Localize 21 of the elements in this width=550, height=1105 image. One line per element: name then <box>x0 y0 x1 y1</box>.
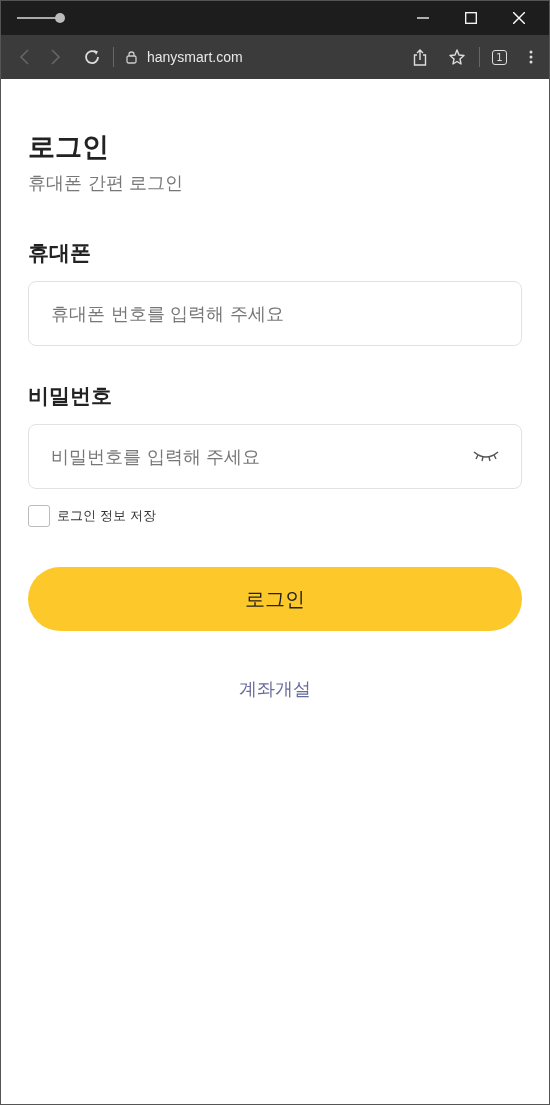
maximize-icon[interactable] <box>465 12 477 24</box>
field-label: 휴대폰 <box>28 240 92 267</box>
star-icon[interactable] <box>449 48 467 66</box>
login-button[interactable]: 로그인 <box>28 567 522 631</box>
signup-link[interactable]: 계좌개설 <box>239 677 311 701</box>
slider-icon[interactable] <box>17 12 67 24</box>
page-title: 로그인 <box>28 130 110 164</box>
checkbox-label[interactable]: 로그인 정보 저장 <box>57 507 157 525</box>
close-icon[interactable] <box>513 12 525 24</box>
reload-icon[interactable] <box>83 48 101 66</box>
page-subtitle: 휴대폰 간편 로그인 <box>28 171 185 195</box>
field-label: 비밀번호 <box>28 383 113 410</box>
address-text[interactable]: hanysmart.com <box>147 49 243 65</box>
input-field[interactable]: 비밀번호를 입력해 주세요 <box>28 424 522 489</box>
share-icon[interactable] <box>413 48 427 66</box>
checkbox[interactable] <box>28 505 50 527</box>
tab-count-button[interactable]: 1 <box>492 49 507 65</box>
closed-eye-icon[interactable] <box>472 450 500 462</box>
lock-icon <box>126 50 137 64</box>
input-field[interactable]: 휴대폰 번호를 입력해 주세요 <box>28 281 522 346</box>
menu-icon[interactable] <box>529 50 533 64</box>
